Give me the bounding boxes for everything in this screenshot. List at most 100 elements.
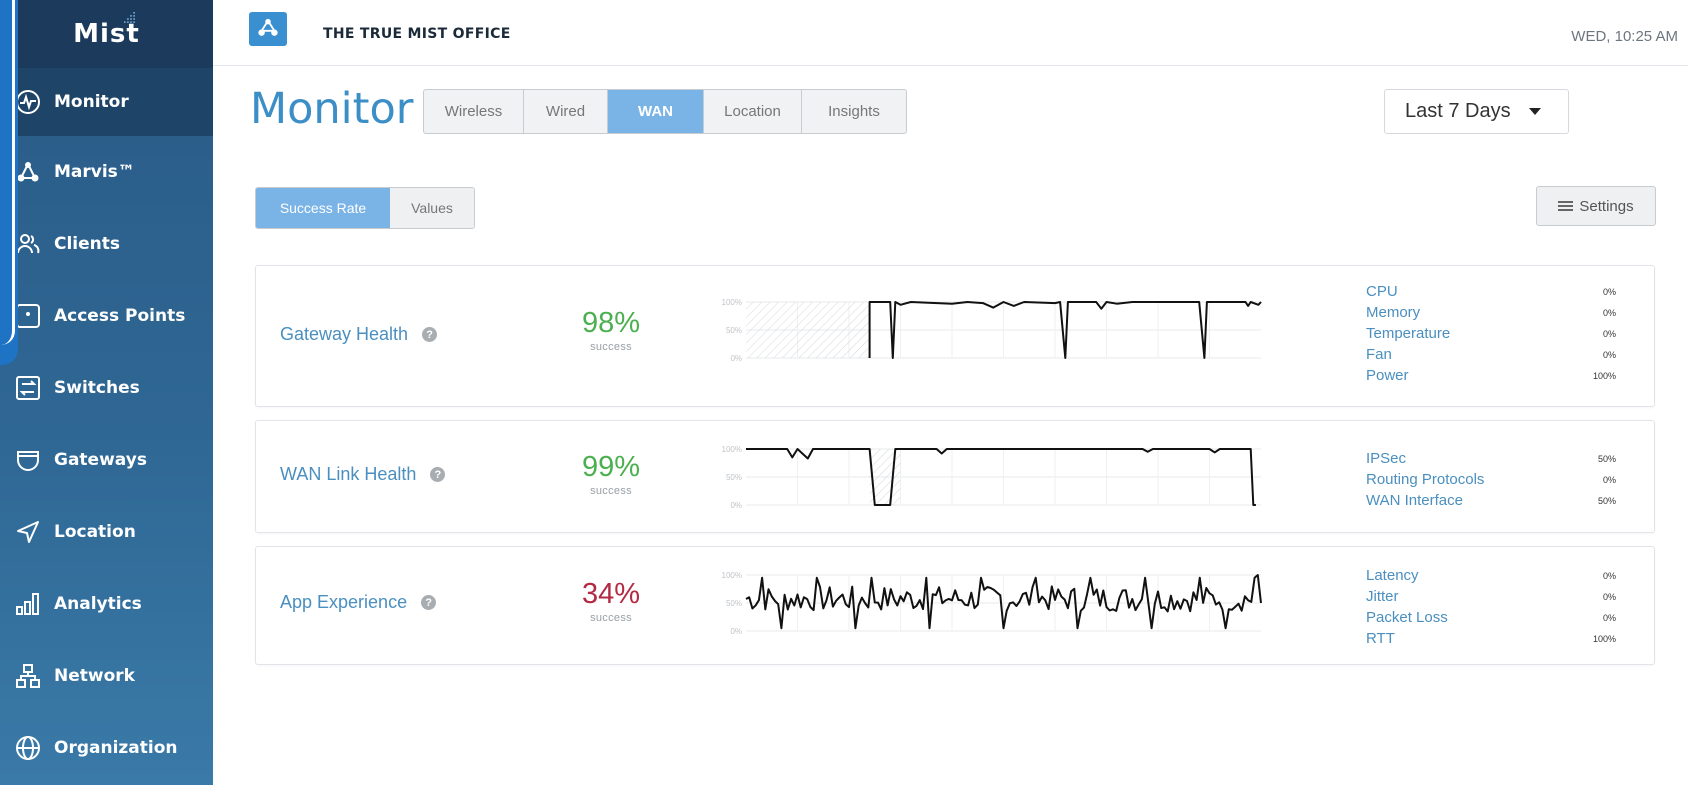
classifier-name[interactable]: RTT — [1366, 630, 1576, 647]
sle-timeline-chart[interactable]: 100% 50% 0% — [706, 298, 1266, 362]
card-title[interactable]: Gateway Health? — [280, 324, 438, 345]
classifier-value: 0% — [1602, 286, 1616, 297]
tab-wireless[interactable]: Wireless — [424, 90, 524, 133]
classifier-name[interactable]: Temperature — [1366, 325, 1576, 342]
sidebar-item-label: Network — [54, 666, 135, 686]
view-tabs: Wireless Wired WAN Location Insights — [423, 89, 907, 134]
classifier-item[interactable]: Jitter 0% — [1366, 586, 1616, 607]
classifier-list: CPU 0% Memory 0% Temperature 0% Fan 0% Power 100% — [1366, 281, 1616, 386]
card-title[interactable]: App Experience? — [280, 592, 437, 613]
sidebar-item-gateways[interactable]: Gateways — [0, 424, 213, 496]
site-icon[interactable] — [249, 12, 287, 46]
brand-logo[interactable]: Mist — [0, 0, 213, 68]
help-icon[interactable]: ? — [421, 595, 437, 610]
y-tick-label: 0% — [730, 501, 742, 509]
gateway-icon — [14, 446, 42, 474]
classifier-name[interactable]: Jitter — [1366, 588, 1576, 605]
classifier-item[interactable]: CPU 0% — [1366, 281, 1616, 302]
classifier-item[interactable]: RTT 100% — [1366, 628, 1616, 649]
network-icon — [14, 662, 42, 690]
y-tick-label: 0% — [730, 354, 742, 362]
classifier-name[interactable]: Memory — [1366, 304, 1576, 321]
tab-location[interactable]: Location — [704, 90, 802, 133]
y-tick-label: 50% — [726, 326, 742, 335]
sidebar-item-access-points[interactable]: Access Points — [0, 280, 213, 352]
health-card[interactable]: WAN Link Health? 99% success 100% 50% 0% IPSec… — [255, 420, 1655, 533]
classifier-value: 0% — [1602, 307, 1616, 318]
health-card[interactable]: App Experience? 34% success 100% 50% 0% Latenc… — [255, 546, 1655, 665]
classifier-value: 100% — [1592, 370, 1616, 381]
marvis-icon — [14, 158, 42, 186]
classifier-value: 100% — [1592, 633, 1616, 644]
classifier-item[interactable]: Temperature 0% — [1366, 323, 1616, 344]
classifier-item[interactable]: IPSec 50% — [1366, 448, 1616, 469]
help-icon[interactable]: ? — [422, 327, 438, 342]
classifier-item[interactable]: Power 100% — [1366, 365, 1616, 386]
app-root: Mist Monitor Marvis™ Clients Access Points S… — [0, 0, 1688, 785]
classifier-name[interactable]: WAN Interface — [1366, 492, 1576, 509]
time-range-dropdown[interactable]: Last 7 Days — [1384, 89, 1569, 134]
classifier-item[interactable]: Memory 0% — [1366, 302, 1616, 323]
y-tick-label: 0% — [730, 627, 742, 635]
tab-values[interactable]: Values — [390, 188, 474, 228]
clients-icon — [14, 230, 42, 258]
classifier-name[interactable]: Latency — [1366, 567, 1576, 584]
card-title[interactable]: WAN Link Health? — [280, 464, 446, 485]
classifier-item[interactable]: Packet Loss 0% — [1366, 607, 1616, 628]
success-label: success — [590, 485, 632, 497]
success-percent: 98% — [581, 307, 641, 339]
sle-timeline-chart[interactable]: 100% 50% 0% — [706, 571, 1266, 635]
sidebar-item-organization[interactable]: Organization — [0, 712, 213, 784]
classifier-name[interactable]: Routing Protocols — [1366, 471, 1576, 488]
classifier-name[interactable]: CPU — [1366, 283, 1576, 300]
top-header: THE TRUE MIST OFFICE WED, 10:25 AM — [213, 0, 1688, 66]
classifier-value: 0% — [1602, 591, 1616, 602]
classifier-item[interactable]: Latency 0% — [1366, 565, 1616, 586]
tab-success-rate[interactable]: Success Rate — [256, 188, 390, 228]
sidebar-item-label: Access Points — [54, 306, 186, 326]
y-tick-label: 100% — [722, 571, 742, 580]
classifier-name[interactable]: IPSec — [1366, 450, 1576, 467]
clock: WED, 10:25 AM — [1571, 28, 1678, 45]
left-accent-bar — [0, 0, 18, 365]
classifier-list: IPSec 50% Routing Protocols 0% WAN Interface… — [1366, 448, 1616, 511]
access-point-icon — [14, 302, 42, 330]
tab-wired[interactable]: Wired — [524, 90, 608, 133]
classifier-name[interactable]: Packet Loss — [1366, 609, 1576, 626]
help-icon[interactable]: ? — [430, 467, 446, 482]
success-label: success — [590, 341, 632, 353]
site-name[interactable]: THE TRUE MIST OFFICE — [323, 26, 511, 42]
sidebar-nav: Monitor Marvis™ Clients Access Points Switch… — [0, 68, 213, 784]
analytics-icon — [14, 590, 42, 618]
sle-timeline-chart[interactable]: 100% 50% 0% — [706, 445, 1266, 509]
classifier-name[interactable]: Power — [1366, 367, 1576, 384]
sidebar-item-network[interactable]: Network — [0, 640, 213, 712]
tab-wan[interactable]: WAN — [608, 90, 704, 133]
sidebar-item-switches[interactable]: Switches — [0, 352, 213, 424]
settings-button[interactable]: Settings — [1536, 186, 1656, 226]
sidebar-item-analytics[interactable]: Analytics — [0, 568, 213, 640]
classifier-item[interactable]: WAN Interface 50% — [1366, 490, 1616, 511]
classifier-item[interactable]: Routing Protocols 0% — [1366, 469, 1616, 490]
card-title-label: Gateway Health — [280, 324, 409, 344]
sidebar-item-clients[interactable]: Clients — [0, 208, 213, 280]
page-title: Monitor — [250, 84, 414, 134]
location-icon — [14, 518, 42, 546]
health-card[interactable]: Gateway Health? 98% success 100% 50% 0% CPU 0% M… — [255, 265, 1655, 407]
card-title-label: App Experience — [280, 592, 408, 612]
sidebar-item-label: Location — [54, 522, 136, 542]
sidebar-item-marvis[interactable]: Marvis™ — [0, 136, 213, 208]
tab-insights[interactable]: Insights — [802, 90, 906, 133]
globe-icon — [14, 734, 42, 762]
classifier-value: 0% — [1602, 570, 1616, 581]
classifier-value: 50% — [1597, 453, 1616, 464]
classifier-name[interactable]: Fan — [1366, 346, 1576, 363]
card-title-label: WAN Link Health — [280, 464, 417, 484]
sidebar-item-location[interactable]: Location — [0, 496, 213, 568]
sidebar-item-monitor[interactable]: Monitor — [0, 68, 213, 136]
classifier-item[interactable]: Fan 0% — [1366, 344, 1616, 365]
sidebar-item-label: Clients — [54, 234, 121, 254]
pulse-icon — [14, 88, 42, 116]
caret-down-icon — [1528, 108, 1541, 115]
metric-toggle: Success Rate Values — [255, 187, 475, 229]
